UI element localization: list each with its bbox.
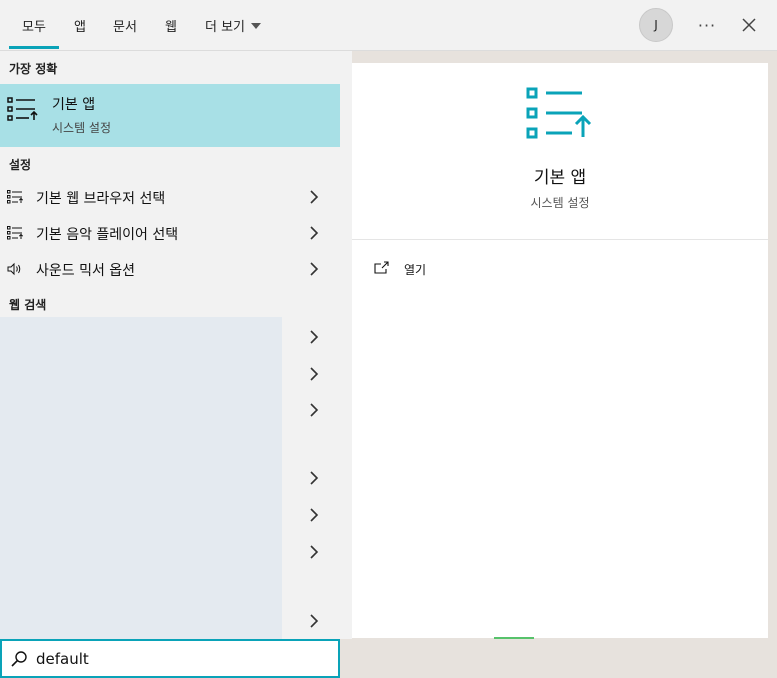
chevron-right-icon[interactable] bbox=[309, 471, 319, 485]
settings-item-label: 기본 웹 브라우저 선택 bbox=[36, 191, 166, 207]
default-apps-icon bbox=[526, 87, 592, 139]
detail-panel: 기본 앱 시스템 설정 열기 bbox=[352, 63, 768, 638]
chevron-right-icon[interactable] bbox=[309, 226, 319, 240]
filter-bar: 모두 앱 문서 웹 더 보기 J ··· bbox=[0, 0, 777, 51]
tab-all[interactable]: 모두 bbox=[9, 0, 59, 51]
web-search-results bbox=[0, 317, 282, 639]
best-match-header: 가장 정확 bbox=[9, 62, 58, 76]
close-icon bbox=[742, 18, 756, 32]
settings-item-browser[interactable]: 기본 웹 브라우저 선택 bbox=[0, 179, 340, 215]
search-input[interactable] bbox=[36, 647, 326, 671]
chevron-right-icon[interactable] bbox=[309, 262, 319, 276]
best-match-subtitle: 시스템 설정 bbox=[52, 121, 112, 135]
web-search-header: 웹 검색 bbox=[9, 298, 47, 312]
chevron-right-icon[interactable] bbox=[309, 190, 319, 204]
tab-more-label: 더 보기 bbox=[204, 20, 245, 35]
tab-documents[interactable]: 문서 bbox=[106, 0, 144, 51]
settings-item-label: 기본 음악 플레이어 선택 bbox=[36, 227, 179, 243]
caret-down-icon bbox=[251, 22, 261, 29]
account-avatar[interactable]: J bbox=[639, 8, 673, 42]
tab-more[interactable]: 더 보기 bbox=[198, 0, 268, 51]
close-button[interactable] bbox=[732, 8, 766, 42]
settings-item-music-player[interactable]: 기본 음악 플레이어 선택 bbox=[0, 215, 340, 251]
open-action-label: 열기 bbox=[404, 263, 427, 277]
default-apps-icon bbox=[7, 97, 38, 121]
tab-apps[interactable]: 앱 bbox=[66, 0, 94, 51]
settings-header: 설정 bbox=[9, 158, 32, 172]
search-icon bbox=[11, 651, 27, 667]
chevron-right-icon[interactable] bbox=[309, 367, 319, 381]
detail-subtitle: 시스템 설정 bbox=[530, 196, 590, 210]
settings-item-label: 사운드 믹서 옵션 bbox=[36, 263, 136, 279]
search-box[interactable] bbox=[0, 639, 340, 678]
best-match-title: 기본 앱 bbox=[52, 97, 96, 113]
detail-title: 기본 앱 bbox=[533, 168, 587, 188]
default-apps-icon bbox=[7, 226, 24, 240]
settings-item-sound-mixer[interactable]: 사운드 믹서 옵션 bbox=[0, 251, 340, 287]
tab-web[interactable]: 웹 bbox=[156, 0, 186, 51]
more-options-button[interactable]: ··· bbox=[690, 8, 724, 42]
open-action[interactable]: 열기 bbox=[374, 259, 494, 279]
speaker-icon bbox=[7, 262, 21, 276]
chevron-right-icon[interactable] bbox=[309, 403, 319, 417]
chevron-right-icon[interactable] bbox=[309, 508, 319, 522]
divider bbox=[352, 239, 768, 240]
chevron-right-icon[interactable] bbox=[309, 614, 319, 628]
open-external-icon bbox=[374, 261, 389, 274]
chevron-right-icon[interactable] bbox=[309, 330, 319, 344]
default-apps-icon bbox=[7, 190, 24, 204]
taskbar-indicator bbox=[494, 637, 534, 639]
best-match-item[interactable]: 기본 앱 시스템 설정 bbox=[0, 84, 340, 147]
chevron-right-icon[interactable] bbox=[309, 545, 319, 559]
results-panel: 가장 정확 기본 앱 시스템 설정 설정 기본 웹 브라우저 선택 기본 음악 … bbox=[0, 51, 352, 639]
